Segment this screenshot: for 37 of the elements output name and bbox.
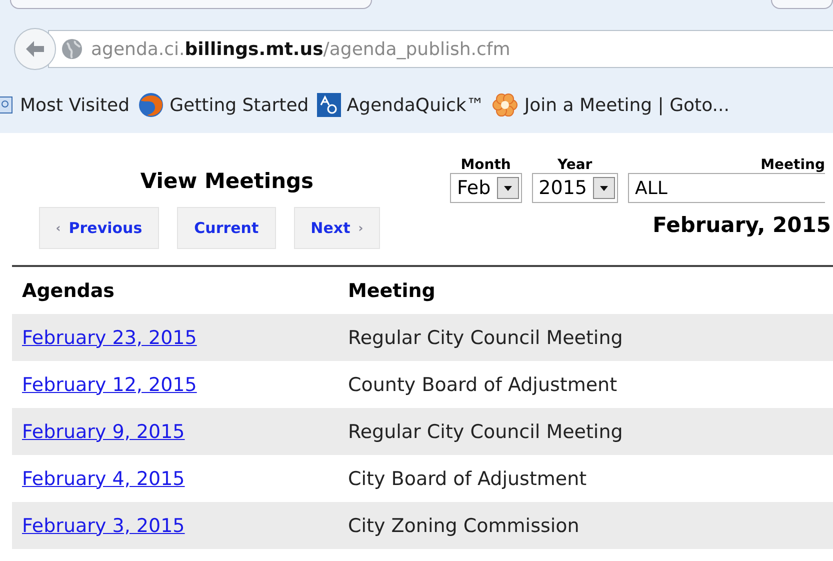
agenda-link[interactable]: February 12, 2015 [22, 374, 197, 396]
period-heading: February, 2015 [652, 213, 832, 237]
bookmark-link[interactable]: Join a Meeting | Goto... [524, 94, 730, 116]
address-field[interactable]: agenda.ci.billings.mt.us/agenda_publish.cfm [48, 30, 833, 68]
table-cell-text: Regular City Council Meeting [348, 326, 624, 348]
nav-button[interactable]: Current [177, 207, 276, 249]
dropdown[interactable]: 2015 [532, 173, 618, 203]
meeting-field[interactable]: ALL [628, 173, 825, 203]
column-header: Meeting [348, 280, 436, 302]
table-cell-text: City Zoning Commission [348, 514, 580, 536]
table-cell-text: County Board of Adjustment [348, 374, 618, 396]
bookmark-link[interactable]: Getting Started [170, 94, 309, 116]
column-header: Agendas [22, 280, 116, 302]
agenda-link[interactable]: February 9, 2015 [22, 420, 185, 442]
page-title: View Meetings [140, 169, 314, 193]
filter-label: Month [460, 157, 511, 173]
bookmark-link[interactable]: AgendaQuick™ [346, 94, 484, 116]
bookmark-link[interactable]: Most Visited [20, 94, 130, 116]
filter-label: Year [557, 157, 592, 173]
page-icon [0, 95, 14, 115]
browser-tab[interactable] [771, 0, 833, 9]
agenda-link[interactable]: February 4, 2015 [22, 468, 185, 490]
back-button[interactable] [14, 28, 56, 70]
flower-icon [492, 92, 518, 118]
agenda-app-icon [316, 93, 341, 117]
globe-icon [61, 38, 83, 60]
nav-button[interactable]: Next › [294, 207, 380, 249]
table-cell-text: City Board of Adjustment [348, 468, 588, 490]
dropdown[interactable]: Feb [450, 173, 522, 203]
agenda-link[interactable]: February 23, 2015 [22, 326, 197, 348]
globe-fox-icon [138, 92, 164, 118]
agenda-link[interactable]: February 3, 2015 [22, 514, 185, 536]
back-arrow-icon [24, 39, 46, 59]
nav-button[interactable]: ‹ Previous [38, 207, 160, 249]
browser-tab[interactable] [10, 0, 372, 9]
filter-label: Meeting [760, 157, 825, 173]
table-cell-text: Regular City Council Meeting [348, 420, 624, 442]
